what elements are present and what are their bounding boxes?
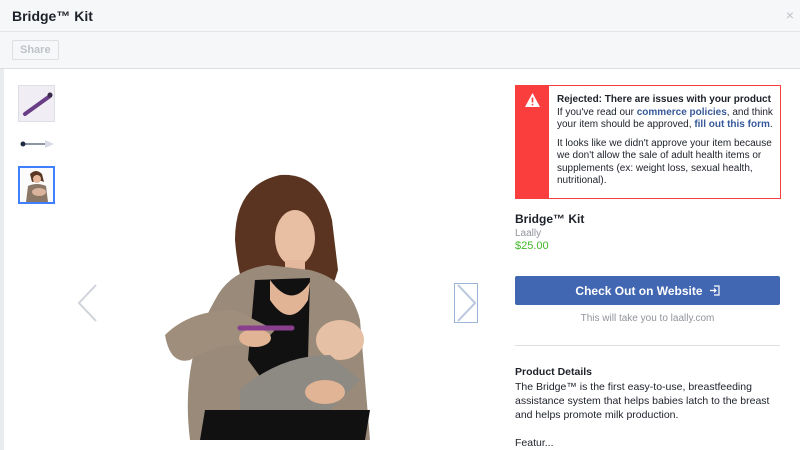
- alert-sidebar: [516, 86, 549, 198]
- check-out-label: Check Out on Website: [575, 283, 703, 298]
- share-button[interactable]: Share: [12, 40, 59, 60]
- alert-line1-end: .: [769, 119, 773, 130]
- thumbnail-1[interactable]: [18, 85, 55, 122]
- alert-heading: Rejected: There are issues with your pro…: [557, 94, 771, 105]
- fill-out-form-link[interactable]: fill out this form: [694, 119, 770, 130]
- checkout-hint: This will take you to laally.com: [580, 313, 715, 324]
- left-edge-strip: [0, 69, 4, 450]
- alert-reason-text: It looks like we didn't approve your ite…: [557, 137, 772, 187]
- thumbnail-2[interactable]: [18, 132, 55, 156]
- alert-body: Rejected: There are issues with your pro…: [557, 94, 777, 194]
- divider: [515, 345, 780, 346]
- product-details-text: The Bridge™ is the first easy-to-use, br…: [515, 381, 770, 421]
- warning-icon: [525, 93, 540, 107]
- dialog-toolbar: Share: [0, 32, 800, 69]
- dialog-title: Bridge™ Kit: [12, 8, 93, 24]
- seller-name[interactable]: Laally: [515, 228, 541, 239]
- rejection-alert: Rejected: There are issues with your pro…: [515, 85, 781, 199]
- product-title: Bridge™ Kit: [515, 212, 585, 226]
- product-main-image: [165, 174, 370, 440]
- features-truncated-text: Featur...: [515, 437, 554, 449]
- close-icon[interactable]: ×: [786, 7, 794, 23]
- commerce-policies-link[interactable]: commerce policies: [637, 107, 727, 118]
- external-link-icon: [709, 285, 720, 296]
- product-price: $25.00: [515, 240, 549, 252]
- check-out-button[interactable]: Check Out on Website: [515, 276, 780, 305]
- product-details-heading: Product Details: [515, 366, 593, 378]
- alert-line1-pre: If you've read our: [557, 106, 637, 118]
- thumbnail-3-selected[interactable]: [18, 166, 55, 204]
- dialog-header: Bridge™ Kit ×: [0, 0, 800, 32]
